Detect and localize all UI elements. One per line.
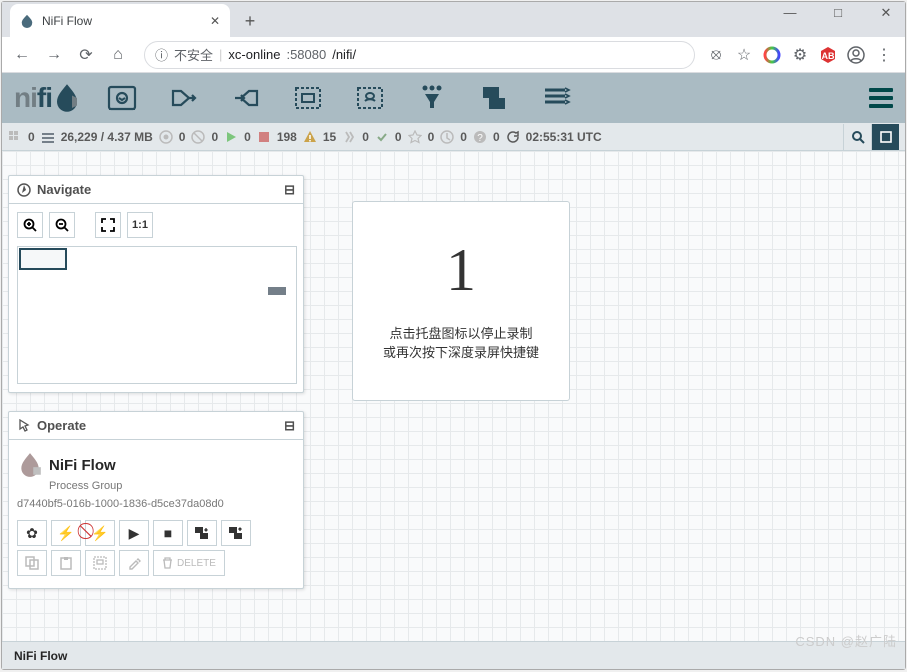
running-icon <box>224 130 238 144</box>
canvas[interactable]: Navigate ⊟ 1:1 <box>2 151 905 641</box>
enable-button[interactable]: ⚡ <box>51 520 81 546</box>
start-button[interactable]: ▶ <box>119 520 149 546</box>
svg-text:?: ? <box>477 133 483 144</box>
configure-button[interactable]: ✿ <box>17 520 47 546</box>
remote-process-group-drag-icon[interactable] <box>350 78 390 118</box>
translate-icon[interactable]: ⦻ <box>707 46 725 64</box>
modified-icon <box>408 130 422 144</box>
label-drag-icon[interactable] <box>536 78 576 118</box>
url-host: xc-online <box>228 47 280 62</box>
input-port-drag-icon[interactable] <box>164 78 204 118</box>
url-field[interactable]: ⓘ 不安全 | xc-online:58080/nifi/ <box>144 41 695 69</box>
stop-button[interactable]: ■ <box>153 520 183 546</box>
operate-title: Operate <box>37 418 86 433</box>
window-close[interactable]: ✕ <box>871 5 901 21</box>
home-button[interactable]: ⌂ <box>104 41 132 69</box>
ext1-icon[interactable] <box>763 46 781 64</box>
delete-button[interactable]: DELETE <box>153 550 225 576</box>
profile-icon[interactable] <box>847 46 865 64</box>
overlay-line1: 点击托盘图标以停止录制 <box>389 324 532 344</box>
copy-button[interactable] <box>17 550 47 576</box>
window-controls: — □ ✕ <box>775 5 901 21</box>
nifi-toolbar: nifi <box>2 73 905 123</box>
create-template-button[interactable] <box>187 520 217 546</box>
operate-flow-name: NiFi Flow <box>49 457 116 474</box>
refresh-icon <box>506 130 520 144</box>
threads-icon <box>8 130 22 144</box>
output-port-drag-icon[interactable] <box>226 78 266 118</box>
new-tab-button[interactable]: + <box>236 7 264 35</box>
navigate-panel: Navigate ⊟ 1:1 <box>8 175 304 393</box>
reload-button[interactable]: ⟳ <box>72 41 100 69</box>
invalid-icon <box>303 130 317 144</box>
last-refresh: 02:55:31 UTC <box>526 130 602 144</box>
upload-template-button[interactable] <box>221 520 251 546</box>
disabled-icon <box>342 130 356 144</box>
operate-flow-type: Process Group <box>49 480 295 492</box>
operate-flow-id: d7440bf5-016b-1000-1836-d5ce37da08d0 <box>17 498 295 510</box>
uptodate-icon <box>375 130 389 144</box>
address-icons: ⦻ ☆ ⚙ AB ⋮ <box>707 46 899 64</box>
menu-icon[interactable]: ⋮ <box>875 46 893 64</box>
flow-status-bar: 0 26,229 / 4.37 MB 0 0 0 198 15 0 0 0 0 … <box>2 123 905 151</box>
bulletin-button[interactable] <box>871 124 899 150</box>
bookmark-icon[interactable]: ☆ <box>735 46 753 64</box>
tab-close-icon[interactable]: ✕ <box>210 14 220 28</box>
window-minimize[interactable]: — <box>775 5 805 21</box>
operate-panel: Operate ⊟ NiFi Flow Process Group d7440b… <box>8 411 304 589</box>
minimap-item <box>268 287 286 295</box>
pointer-icon <box>17 419 31 433</box>
syncfail-icon: ? <box>473 130 487 144</box>
drop-icon <box>19 452 41 478</box>
zoom-out-button[interactable] <box>49 212 75 238</box>
browser-tab[interactable]: NiFi Flow ✕ <box>10 4 230 37</box>
overlay-line2: 或再次按下深度录屏快捷键 <box>383 343 539 363</box>
transmit-on-icon <box>159 130 173 144</box>
navigate-title: Navigate <box>37 182 91 197</box>
tab-favicon <box>20 14 34 28</box>
zoom-in-button[interactable] <box>17 212 43 238</box>
processor-drag-icon[interactable] <box>102 78 142 118</box>
transmit-off-icon <box>191 130 205 144</box>
color-button[interactable] <box>119 550 149 576</box>
process-group-drag-icon[interactable] <box>288 78 328 118</box>
svg-text:AB: AB <box>822 51 835 61</box>
breadcrumb[interactable]: NiFi Flow <box>2 641 905 669</box>
recording-overlay: 1 点击托盘图标以停止录制 或再次按下深度录屏快捷键 <box>352 201 570 401</box>
window-maximize[interactable]: □ <box>823 5 853 21</box>
operate-collapse-icon[interactable]: ⊟ <box>284 418 295 434</box>
viewport-rect[interactable] <box>19 248 67 270</box>
tab-bar: NiFi Flow ✕ + <box>2 2 905 37</box>
ext2-icon[interactable]: ⚙ <box>791 46 809 64</box>
compass-icon <box>17 183 31 197</box>
group-button[interactable] <box>85 550 115 576</box>
back-button[interactable]: ← <box>8 41 36 69</box>
nifi-app: nifi 0 26,229 / 4.37 MB 0 0 0 <box>2 73 905 669</box>
search-button[interactable] <box>843 124 871 150</box>
threads-count: 0 <box>28 130 35 144</box>
zoom-fit-button[interactable] <box>95 212 121 238</box>
browser-window: — □ ✕ NiFi Flow ✕ + ← → ⟳ ⌂ ⓘ 不安全 | xc-o… <box>1 1 906 670</box>
security-text: 不安全 <box>174 45 213 64</box>
disable-button[interactable]: ⚡⃠ <box>85 520 115 546</box>
template-drag-icon[interactable] <box>474 78 514 118</box>
funnel-drag-icon[interactable] <box>412 78 452 118</box>
queue-icon <box>41 130 55 144</box>
navigate-collapse-icon[interactable]: ⊟ <box>284 182 295 198</box>
adblock-icon[interactable]: AB <box>819 46 837 64</box>
paste-button[interactable] <box>51 550 81 576</box>
stale-icon <box>440 130 454 144</box>
info-icon: ⓘ <box>155 45 168 64</box>
global-menu-icon[interactable] <box>869 88 893 108</box>
zoom-actual-button[interactable]: 1:1 <box>127 212 153 238</box>
birdseye-view[interactable] <box>17 246 297 384</box>
stopped-icon <box>257 130 271 144</box>
tab-title: NiFi Flow <box>42 14 202 28</box>
address-bar: ← → ⟳ ⌂ ⓘ 不安全 | xc-online:58080/nifi/ ⦻ … <box>2 37 905 73</box>
nifi-logo: nifi <box>14 82 80 114</box>
forward-button[interactable]: → <box>40 41 68 69</box>
queue-size: 26,229 / 4.37 MB <box>61 130 153 144</box>
overlay-number: 1 <box>446 240 476 300</box>
